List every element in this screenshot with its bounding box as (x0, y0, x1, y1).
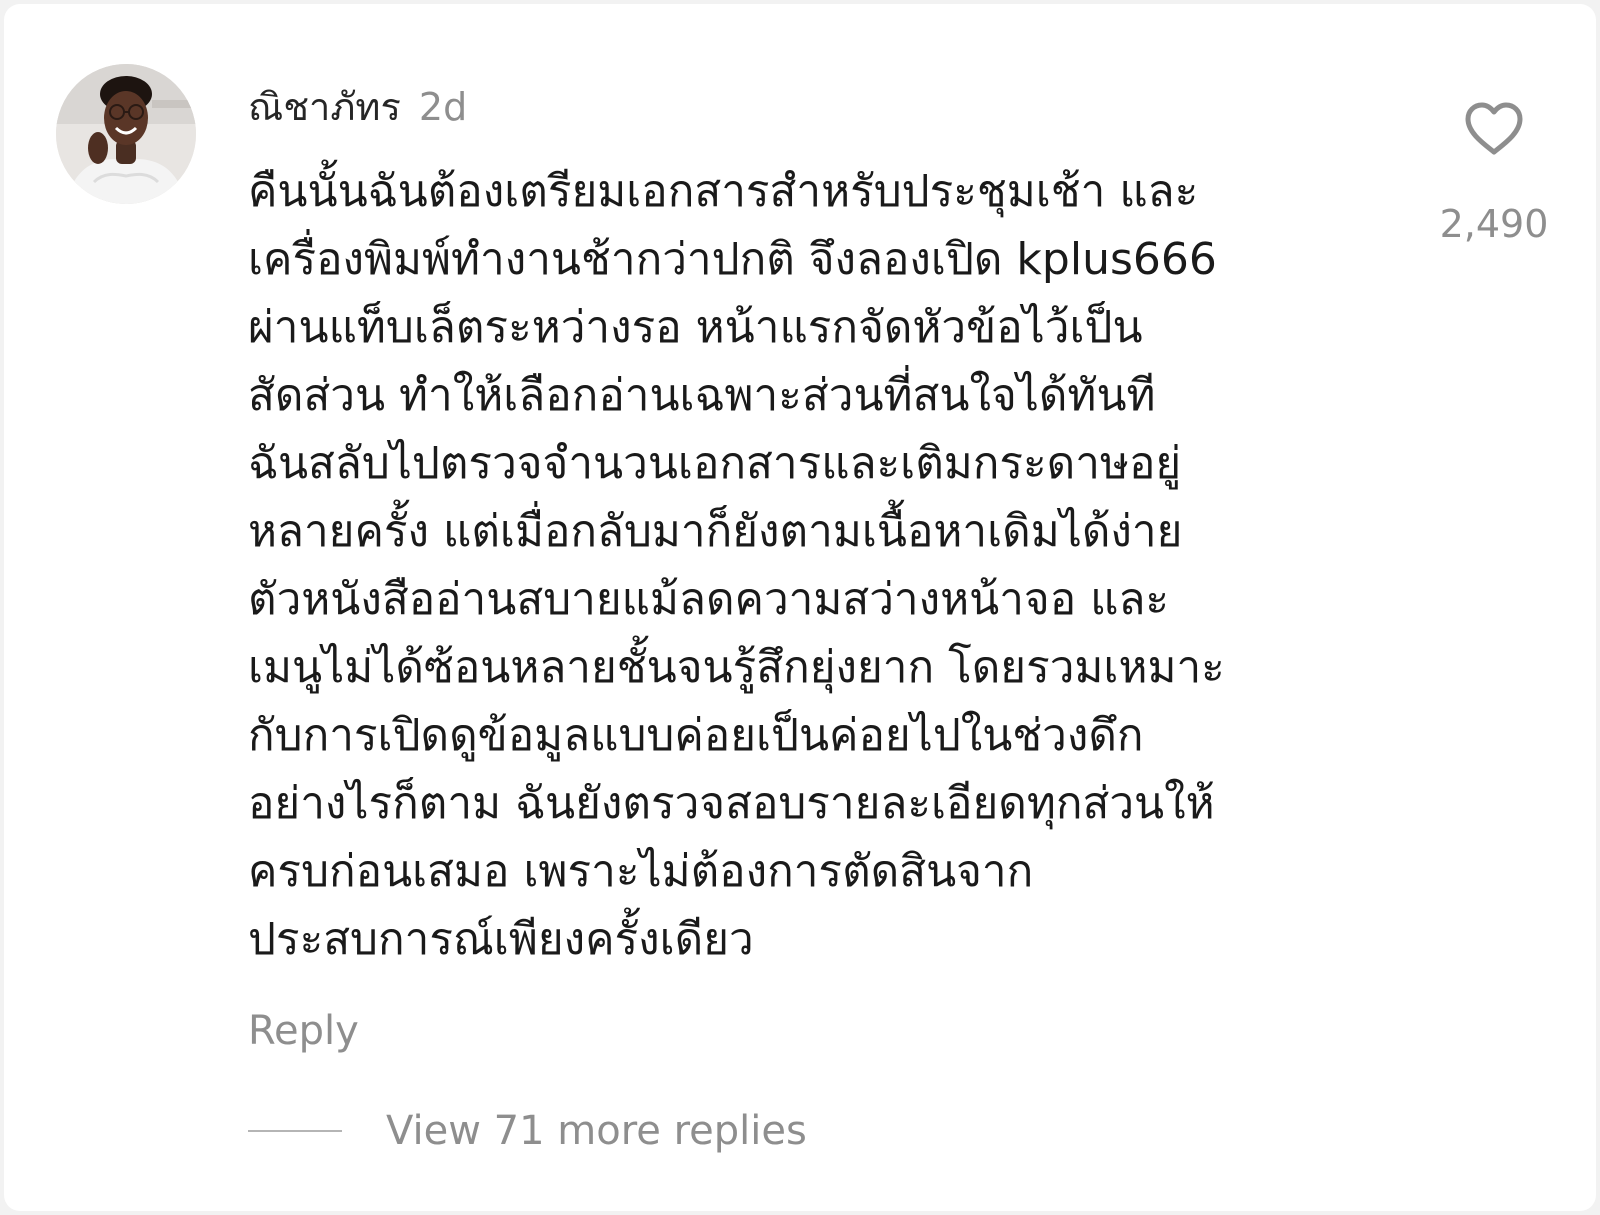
reply-button[interactable]: Reply (248, 1008, 359, 1054)
comment-card: ณิชาภัทร 2d คืนนั้นฉันต้องเตรียมเอกสารสำ… (4, 4, 1596, 1211)
view-replies-button[interactable]: View 71 more replies (248, 1108, 807, 1154)
comment-text: คืนนั้นฉันต้องเตรียมเอกสารสำหรับประชุมเช… (248, 166, 1225, 965)
user-avatar[interactable] (56, 64, 196, 204)
like-button[interactable] (1464, 102, 1524, 156)
like-count: 2,490 (1439, 202, 1549, 246)
timestamp: 2d (418, 85, 468, 129)
username[interactable]: ณิชาภัทร (248, 76, 401, 137)
replies-divider (248, 1130, 342, 1132)
comment-header: ณิชาภัทร 2d (248, 76, 467, 132)
avatar-photo-icon (56, 64, 196, 204)
view-replies-label: View 71 more replies (386, 1108, 807, 1154)
heart-outline-icon (1465, 102, 1523, 155)
